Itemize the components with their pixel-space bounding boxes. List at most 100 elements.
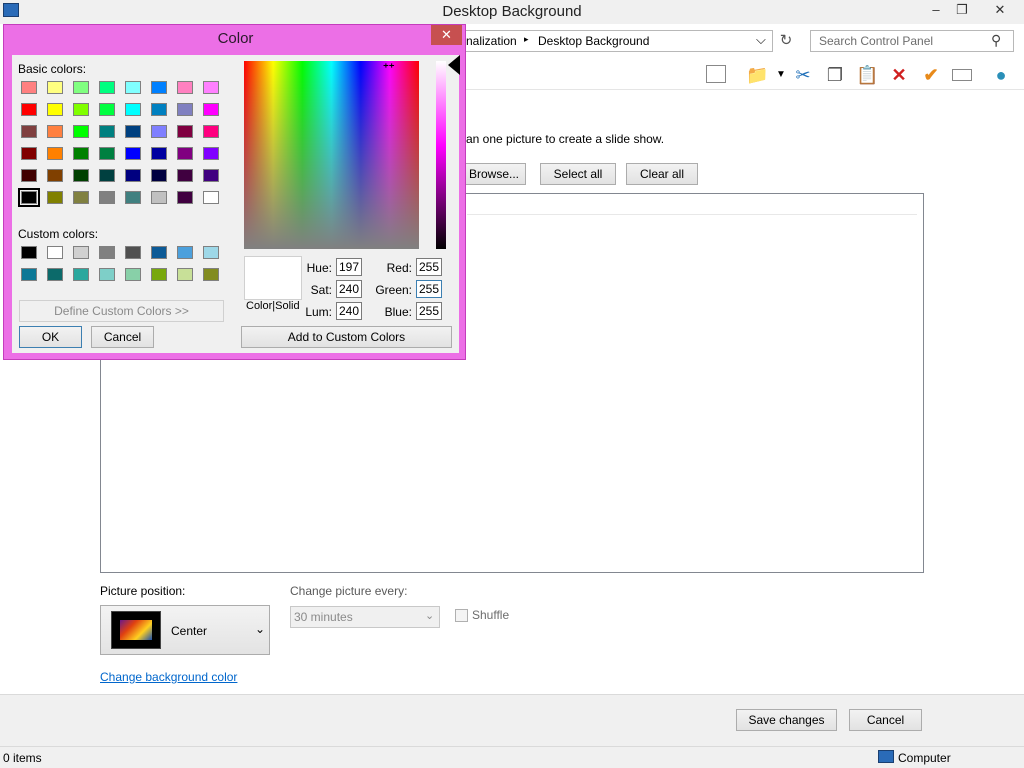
- color-swatch[interactable]: [73, 246, 89, 259]
- luminosity-slider[interactable]: [436, 61, 446, 249]
- color-swatch[interactable]: [203, 246, 219, 259]
- color-swatch[interactable]: [21, 268, 37, 281]
- add-to-custom-colors-button[interactable]: Add to Custom Colors: [241, 326, 452, 348]
- minimize-icon[interactable]: –: [922, 0, 950, 22]
- rename-icon[interactable]: [952, 69, 972, 81]
- color-swatch[interactable]: [177, 268, 193, 281]
- address-dropdown-icon[interactable]: ⌵: [756, 32, 766, 48]
- folder-check-icon[interactable]: 📁: [746, 64, 768, 86]
- copy-icon[interactable]: ❐: [824, 64, 846, 86]
- cancel-button[interactable]: Cancel: [849, 709, 922, 731]
- color-swatch[interactable]: [125, 169, 141, 182]
- sat-input[interactable]: 240: [336, 280, 362, 298]
- color-swatch[interactable]: [99, 125, 115, 138]
- save-changes-button[interactable]: Save changes: [736, 709, 837, 731]
- color-swatch[interactable]: [47, 125, 63, 138]
- breadcrumb-personalization[interactable]: nalization: [466, 34, 517, 48]
- color-swatch[interactable]: [21, 125, 37, 138]
- color-swatch[interactable]: [21, 103, 37, 116]
- color-swatch[interactable]: [99, 268, 115, 281]
- color-swatch[interactable]: [125, 268, 141, 281]
- dialog-close-icon[interactable]: ✕: [431, 25, 462, 45]
- color-swatch[interactable]: [177, 169, 193, 182]
- color-swatch[interactable]: [47, 268, 63, 281]
- color-swatch[interactable]: [177, 125, 193, 138]
- color-swatch[interactable]: [99, 103, 115, 116]
- layout-icon[interactable]: [706, 65, 726, 83]
- color-swatch[interactable]: [73, 103, 89, 116]
- color-swatch[interactable]: [125, 246, 141, 259]
- breadcrumb-desktop-background[interactable]: Desktop Background: [538, 34, 649, 48]
- color-swatch[interactable]: [47, 81, 63, 94]
- color-swatch[interactable]: [125, 125, 141, 138]
- color-swatch[interactable]: [177, 81, 193, 94]
- dialog-cancel-button[interactable]: Cancel: [91, 326, 154, 348]
- color-swatch[interactable]: [151, 125, 167, 138]
- color-swatch[interactable]: [21, 147, 37, 160]
- globe-icon[interactable]: ●: [990, 64, 1012, 86]
- search-input[interactable]: Search Control Panel ⚲: [810, 30, 1014, 52]
- maximize-icon[interactable]: ❐: [948, 0, 976, 22]
- color-swatch[interactable]: [203, 81, 219, 94]
- color-swatch[interactable]: [18, 188, 40, 207]
- color-swatch[interactable]: [177, 191, 193, 204]
- color-swatch[interactable]: [73, 125, 89, 138]
- color-swatch[interactable]: [125, 147, 141, 160]
- color-swatch[interactable]: [151, 246, 167, 259]
- green-input[interactable]: 255: [416, 280, 442, 298]
- ok-button[interactable]: OK: [19, 326, 82, 348]
- color-swatch[interactable]: [177, 103, 193, 116]
- shuffle-checkbox[interactable]: [455, 609, 468, 622]
- color-swatch[interactable]: [47, 169, 63, 182]
- slider-arrow-icon[interactable]: [448, 55, 460, 75]
- browse-button[interactable]: Browse...: [462, 163, 526, 185]
- color-swatch[interactable]: [151, 103, 167, 116]
- color-swatch[interactable]: [99, 246, 115, 259]
- color-swatch[interactable]: [47, 147, 63, 160]
- change-background-color-link[interactable]: Change background color: [100, 670, 237, 684]
- color-swatch[interactable]: [73, 81, 89, 94]
- blue-input[interactable]: 255: [416, 302, 442, 320]
- color-swatch[interactable]: [125, 191, 141, 204]
- paste-icon[interactable]: 📋: [856, 64, 878, 86]
- cut-icon[interactable]: ✂: [792, 64, 814, 86]
- search-icon[interactable]: ⚲: [991, 32, 1001, 49]
- color-swatch[interactable]: [99, 191, 115, 204]
- color-swatch[interactable]: [99, 169, 115, 182]
- color-swatch[interactable]: [177, 246, 193, 259]
- color-swatch[interactable]: [21, 169, 37, 182]
- color-swatch[interactable]: [203, 268, 219, 281]
- color-swatch[interactable]: [73, 191, 89, 204]
- color-swatch[interactable]: [151, 169, 167, 182]
- color-swatch[interactable]: [203, 169, 219, 182]
- color-swatch[interactable]: [21, 81, 37, 94]
- refresh-icon[interactable]: ↻: [776, 31, 796, 51]
- red-input[interactable]: 255: [416, 258, 442, 276]
- color-swatch[interactable]: [151, 268, 167, 281]
- color-spectrum[interactable]: ⁺⁺: [244, 61, 419, 249]
- color-swatch[interactable]: [47, 246, 63, 259]
- color-swatch[interactable]: [73, 147, 89, 160]
- color-swatch[interactable]: [151, 191, 167, 204]
- check-icon[interactable]: ✔: [920, 64, 942, 86]
- color-swatch[interactable]: [151, 81, 167, 94]
- close-icon[interactable]: ✕: [986, 0, 1014, 22]
- color-swatch[interactable]: [177, 147, 193, 160]
- dropdown-arrow-icon[interactable]: ▼: [770, 64, 792, 86]
- color-swatch[interactable]: [203, 147, 219, 160]
- color-swatch[interactable]: [47, 103, 63, 116]
- delete-icon[interactable]: ✕: [888, 64, 910, 86]
- address-bar[interactable]: nalization ▸ Desktop Background ⌵: [455, 30, 773, 52]
- color-swatch[interactable]: [203, 103, 219, 116]
- color-swatch[interactable]: [47, 191, 63, 204]
- picture-position-select[interactable]: Center ⌄: [100, 605, 270, 655]
- color-swatch[interactable]: [21, 246, 37, 259]
- select-all-button[interactable]: Select all: [540, 163, 616, 185]
- color-swatch[interactable]: [73, 169, 89, 182]
- color-swatch[interactable]: [125, 81, 141, 94]
- color-swatch[interactable]: [99, 81, 115, 94]
- color-swatch[interactable]: [203, 191, 219, 204]
- color-swatch[interactable]: [73, 268, 89, 281]
- hue-input[interactable]: 197: [336, 258, 362, 276]
- lum-input[interactable]: 240: [336, 302, 362, 320]
